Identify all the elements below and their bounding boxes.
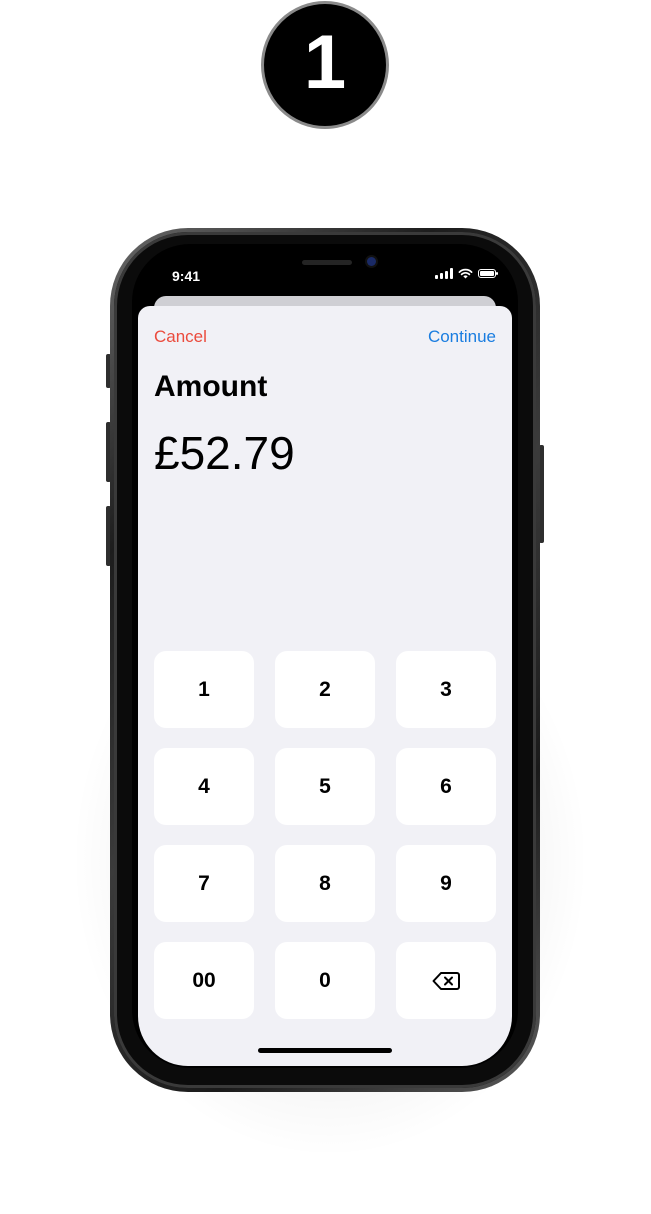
key-5[interactable]: 5 — [275, 748, 375, 825]
wifi-icon — [458, 268, 473, 279]
status-time: 9:41 — [172, 268, 201, 284]
key-8[interactable]: 8 — [275, 845, 375, 922]
status-icons — [435, 268, 498, 279]
step-number: 1 — [303, 20, 347, 105]
battery-icon — [478, 269, 498, 278]
cancel-button[interactable]: Cancel — [154, 327, 207, 347]
key-2[interactable]: 2 — [275, 651, 375, 728]
backspace-icon — [432, 971, 460, 990]
front-camera-icon — [367, 257, 376, 266]
continue-button[interactable]: Continue — [428, 327, 496, 347]
key-3[interactable]: 3 — [396, 651, 496, 728]
key-0[interactable]: 0 — [275, 942, 375, 1019]
payment-sheet: Cancel Continue Amount £52.79 1 2 3 4 5 … — [138, 306, 512, 1066]
key-7[interactable]: 7 — [154, 845, 254, 922]
step-badge: 1 — [261, 1, 389, 129]
phone-screen: 9:41 Cancel Continue Amount £52.79 1 2 3… — [132, 244, 518, 1068]
key-4[interactable]: 4 — [154, 748, 254, 825]
key-00[interactable]: 00 — [154, 942, 254, 1019]
key-1[interactable]: 1 — [154, 651, 254, 728]
earpiece-speaker — [302, 260, 352, 265]
key-9[interactable]: 9 — [396, 845, 496, 922]
amount-value: £52.79 — [154, 427, 295, 479]
numeric-keypad: 1 2 3 4 5 6 7 8 9 00 0 — [154, 651, 496, 1019]
home-indicator — [258, 1048, 392, 1053]
key-6[interactable]: 6 — [396, 748, 496, 825]
amount-label: Amount — [154, 370, 268, 403]
delete-key[interactable] — [396, 942, 496, 1019]
cellular-signal-icon — [435, 268, 453, 279]
